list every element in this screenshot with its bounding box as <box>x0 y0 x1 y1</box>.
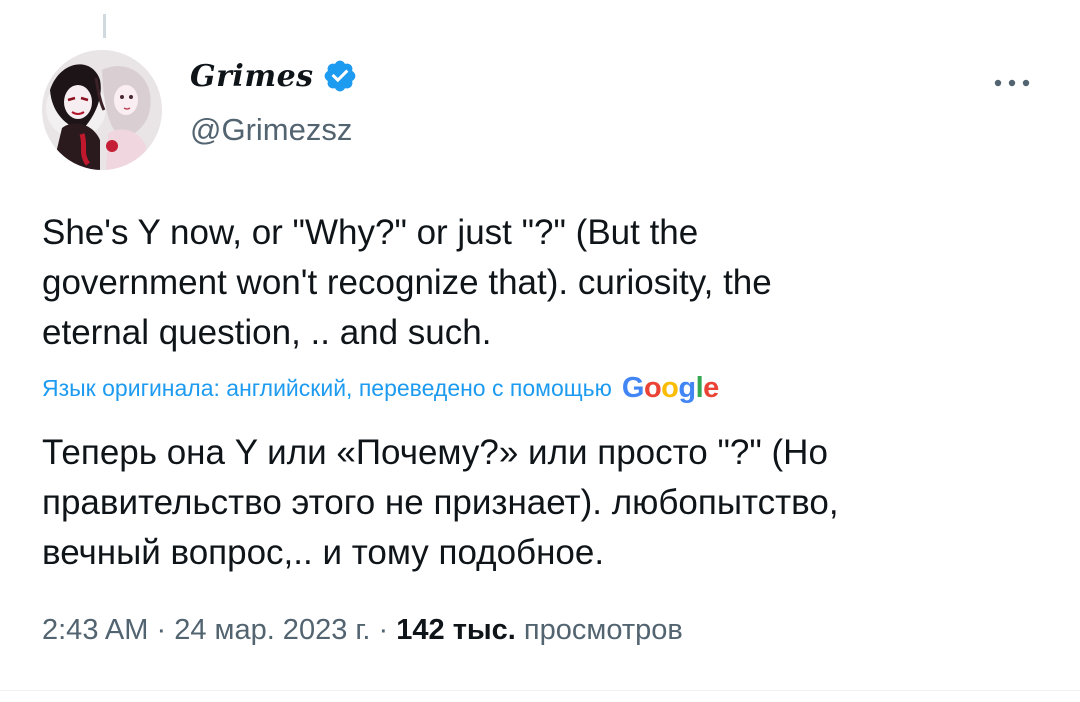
google-logo-letter: G <box>621 372 645 404</box>
author-handle[interactable]: @Grimezsz <box>190 112 352 148</box>
translation-label[interactable]: Язык оригинала: английский, переведено с… <box>42 375 612 402</box>
translated-text-line: правительство этого не признает). любопы… <box>42 483 839 522</box>
tweet-text-line: government won't recognize that). curios… <box>42 263 772 302</box>
translation-attribution-link[interactable]: Язык оригинала: английский, переведено с… <box>42 372 719 405</box>
more-horizontal-icon <box>994 79 1030 87</box>
translated-text-line: вечный вопрос,.. и тому подобное. <box>42 533 605 572</box>
tweet-text-line: eternal question, .. and such. <box>42 313 492 352</box>
more-options-button[interactable] <box>982 68 1042 98</box>
google-logo-letter: o <box>643 372 662 404</box>
tweet-time[interactable]: 2:43 AM <box>42 614 148 647</box>
verified-badge-icon <box>322 58 358 94</box>
author-name-row[interactable]: Grimes <box>190 58 358 94</box>
google-logo-letter: e <box>703 372 719 404</box>
views-count: 142 тыс. <box>396 614 516 646</box>
google-logo: Google <box>622 372 719 405</box>
tweet-card: Grimes @Grimezsz She's Y now, or "Why?" … <box>0 0 1080 702</box>
divider <box>0 690 1080 691</box>
avatar[interactable] <box>42 50 162 170</box>
meta-separator: · <box>148 614 175 646</box>
translated-text-line: Теперь она Y или «Почему?» или просто "?… <box>42 433 828 472</box>
views-label: просмотров <box>515 614 683 646</box>
tweet-text-line: She's Y now, or "Why?" or just "?" (But … <box>42 213 699 252</box>
google-logo-letter: g <box>678 372 696 404</box>
google-logo-letter: o <box>661 372 679 404</box>
tweet-text: She's Y now, or "Why?" or just "?" (But … <box>42 208 1032 358</box>
tweet-meta: 2:43 AM · 24 мар. 2023 г. · 142 тыс. про… <box>42 614 683 647</box>
thread-connector-line <box>103 14 106 38</box>
translated-text: Теперь она Y или «Почему?» или просто "?… <box>42 428 1042 578</box>
author-display-name[interactable]: Grimes <box>190 59 314 94</box>
tweet-date[interactable]: 24 мар. 2023 г. <box>174 614 370 647</box>
meta-separator: · <box>370 614 397 646</box>
